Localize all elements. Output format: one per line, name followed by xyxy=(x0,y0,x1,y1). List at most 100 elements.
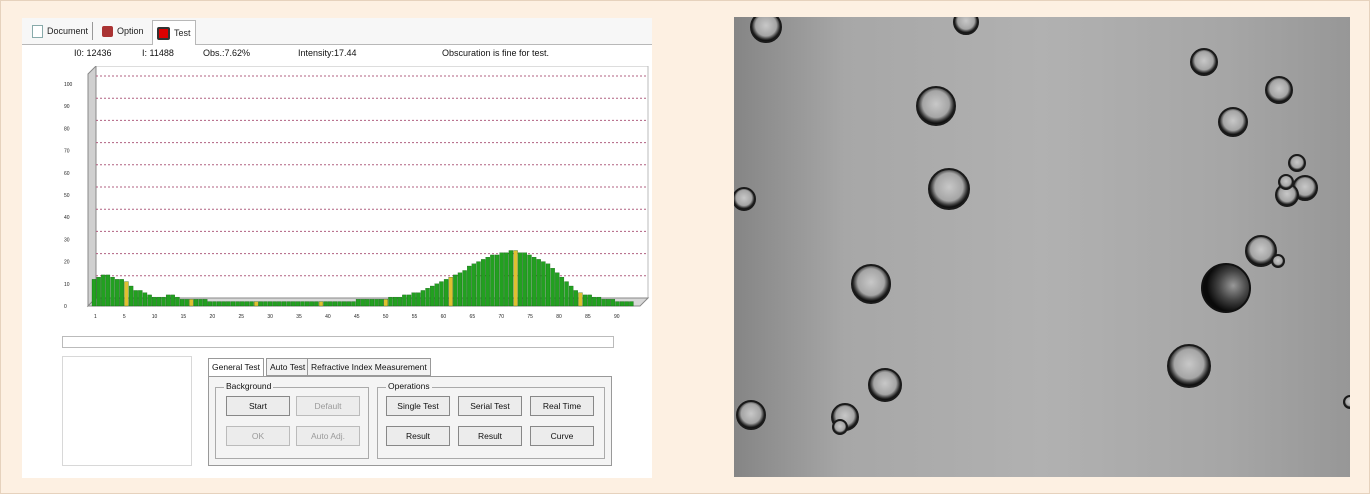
default-button[interactable]: Default xyxy=(296,396,360,416)
histogram-bar xyxy=(392,296,398,307)
tab-auto-test[interactable]: Auto Test xyxy=(266,358,310,376)
histogram-bar xyxy=(550,268,555,307)
histogram-bar xyxy=(198,299,203,307)
i0-value: I0: 12436 xyxy=(74,48,112,58)
histogram-bar xyxy=(527,254,532,307)
histogram-bar xyxy=(272,301,277,307)
histogram-bar xyxy=(128,285,134,307)
software-window: Document Option Test I0: 12436 I: 11488 … xyxy=(22,18,652,478)
histogram-bar xyxy=(564,281,569,307)
histogram-bar xyxy=(179,299,185,307)
histogram-bar xyxy=(471,263,477,307)
obs-value: Obs.:7.62% xyxy=(203,48,251,58)
histogram-bar xyxy=(360,299,365,307)
histogram-bar xyxy=(430,285,435,307)
x-tick-label: 40 xyxy=(325,314,331,320)
histogram-bar xyxy=(596,296,602,307)
ok-button[interactable]: OK xyxy=(226,426,290,446)
histogram-bar xyxy=(230,301,236,307)
x-tick-label: 20 xyxy=(210,314,216,320)
histogram-bar xyxy=(318,301,324,307)
i-value: I: 11488 xyxy=(142,48,174,58)
histogram-bar xyxy=(156,296,162,307)
histogram-bar xyxy=(582,294,588,307)
chart-left-wall xyxy=(87,66,97,308)
tab-general-test[interactable]: General Test xyxy=(208,358,265,377)
y-tick-label: 10 xyxy=(64,282,70,288)
chart-scrollbar[interactable] xyxy=(62,336,614,348)
y-tick-label: 20 xyxy=(64,260,70,266)
histogram-bar xyxy=(453,274,458,307)
histogram-bar xyxy=(425,288,430,307)
y-tick-label: 70 xyxy=(64,149,70,155)
histogram-bar xyxy=(314,301,319,307)
histogram-bar xyxy=(383,299,389,307)
histogram-bar xyxy=(291,301,296,307)
main-tab-bar: Document Option Test xyxy=(22,18,652,45)
tab-option-label: Option xyxy=(117,26,144,36)
histogram-bar xyxy=(536,259,541,307)
histogram-bar xyxy=(513,250,518,307)
histogram-bar xyxy=(388,296,393,307)
histogram-bar xyxy=(448,276,453,307)
tab-document[interactable]: Document xyxy=(28,21,92,41)
histogram-bar xyxy=(142,292,148,307)
y-tick-label: 0 xyxy=(64,304,67,310)
large-dark-droplet xyxy=(1201,263,1251,313)
histogram-bar xyxy=(559,276,565,307)
serial-test-button[interactable]: Serial Test xyxy=(458,396,522,416)
histogram-bar xyxy=(374,299,379,307)
histogram-bar xyxy=(115,279,120,307)
histogram-bar xyxy=(203,299,208,307)
tab-test-label: Test xyxy=(174,28,191,38)
y-tick-label: 60 xyxy=(64,171,70,177)
operations-group: Operations Single Test Serial Test Real … xyxy=(377,381,605,459)
x-tick-label: 55 xyxy=(412,314,418,320)
histogram-bar xyxy=(504,252,509,307)
histogram-bar xyxy=(267,301,273,307)
tab-separator xyxy=(92,22,93,40)
histogram-bar xyxy=(411,292,416,307)
histogram-bar xyxy=(309,301,314,307)
y-tick-label: 80 xyxy=(64,126,70,132)
histogram-bar xyxy=(96,276,101,307)
histogram-bar xyxy=(323,301,328,307)
tab-test[interactable]: Test xyxy=(152,20,196,45)
histogram-bar xyxy=(592,296,597,307)
histogram-bar xyxy=(406,294,412,307)
result-button-2[interactable]: Result xyxy=(458,426,522,446)
histogram-bar xyxy=(457,272,463,307)
histogram-bar xyxy=(351,301,356,307)
curve-button[interactable]: Curve xyxy=(530,426,594,446)
histogram-bar xyxy=(216,301,222,307)
histogram-bar xyxy=(369,299,375,307)
single-test-button[interactable]: Single Test xyxy=(386,396,450,416)
histogram-bar xyxy=(555,272,560,307)
histogram-bar xyxy=(133,290,138,307)
intensity-value: Intensity:17.44 xyxy=(298,48,357,58)
result-button-1[interactable]: Result xyxy=(386,426,450,446)
histogram-bar xyxy=(184,299,189,307)
droplet-micrograph-image xyxy=(734,17,1350,435)
histogram-bar xyxy=(226,301,231,307)
histogram-bar xyxy=(304,301,310,307)
real-time-button[interactable]: Real Time xyxy=(530,396,594,416)
tab-refractive-index[interactable]: Refractive Index Measurement xyxy=(307,358,431,376)
histogram-bar xyxy=(439,281,444,307)
operations-group-title: Operations xyxy=(386,381,432,391)
histogram-bar xyxy=(207,301,212,307)
x-tick-label: 80 xyxy=(556,314,562,320)
histogram-bar xyxy=(476,261,481,307)
histogram-bar xyxy=(587,294,592,307)
histogram-bar xyxy=(240,301,245,307)
histogram-bar xyxy=(235,301,240,307)
histogram-bar xyxy=(281,301,287,307)
histogram-bar xyxy=(258,301,263,307)
histogram-bar xyxy=(221,301,226,307)
auto-adj-button[interactable]: Auto Adj. xyxy=(296,426,360,446)
histogram-bar xyxy=(295,301,301,307)
histogram-bar xyxy=(522,252,528,307)
tab-option[interactable]: Option xyxy=(98,21,148,41)
start-button[interactable]: Start xyxy=(226,396,290,416)
histogram-bar xyxy=(578,292,583,307)
